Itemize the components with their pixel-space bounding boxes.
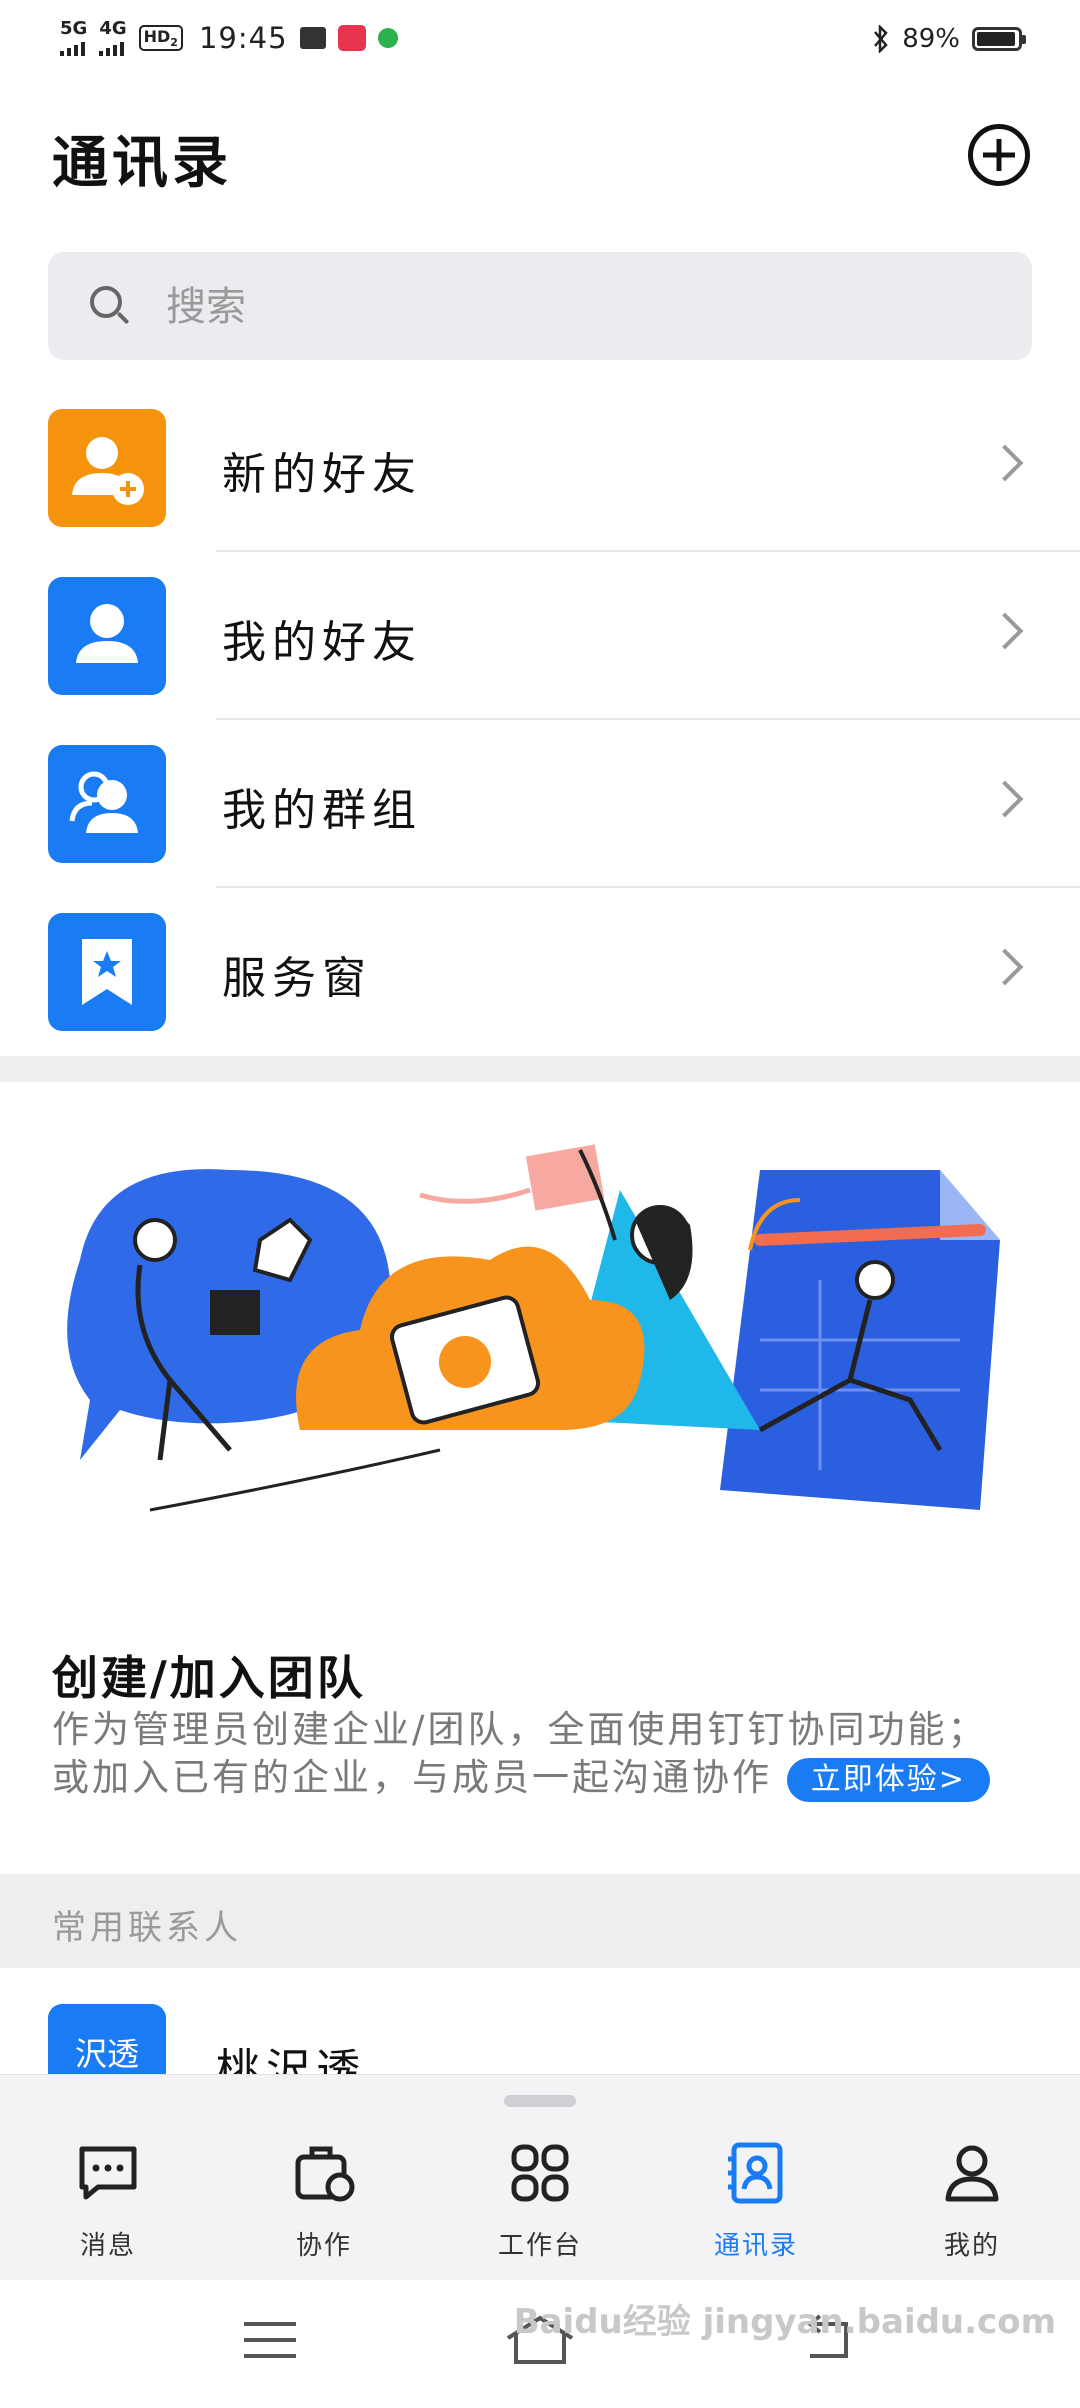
team-desc-line-1: 作为管理员创建企业/团队，全面使用钉钉协同功能； <box>52 1708 988 1751</box>
help-icon <box>377 28 398 48</box>
bottom-tab-bar: 消息 协作 工作台 通讯录 我的 <box>0 2074 1080 2281</box>
avatar: 沢透 <box>48 2004 166 2074</box>
hd-label: HD <box>143 26 171 46</box>
book-icon <box>299 27 326 49</box>
tab-label: 消息 <box>79 2231 136 2261</box>
team-desc-line-2-text: 或加入已有的企业，与成员一起沟通协作 <box>52 1756 772 1799</box>
system-nav-bar: Baidu经验 jingyan.baidu.com <box>0 2280 1080 2408</box>
battery-icon <box>972 27 1026 51</box>
tab-collaboration[interactable]: 协作 <box>216 2141 432 2271</box>
tab-label: 通讯录 <box>713 2231 798 2261</box>
collaboration-icon <box>295 2146 355 2202</box>
tab-label: 我的 <box>943 2231 1000 2261</box>
team-illustration <box>60 1130 1020 1550</box>
menu-item-label: 服务窗 <box>222 953 372 1004</box>
signal-bars-icon <box>60 40 85 56</box>
add-contact-button[interactable] <box>968 124 1030 186</box>
tab-label: 协作 <box>295 2231 352 2261</box>
bookmark-star-icon <box>48 913 166 1031</box>
menu-item-new-friends[interactable]: 新的好友 <box>0 384 1080 552</box>
status-time: 19:45 <box>198 21 288 55</box>
contacts-icon <box>728 2142 783 2204</box>
search-input[interactable] <box>164 252 988 362</box>
add-friend-icon <box>48 409 166 527</box>
network-type-label: 4G <box>99 18 127 39</box>
app-notification-icon <box>337 25 366 51</box>
chevron-right-icon <box>986 948 1024 986</box>
signal-5g: 5G <box>60 20 87 56</box>
menu-icon[interactable] <box>230 2310 310 2370</box>
search-bar[interactable] <box>48 252 1032 362</box>
page-title: 通讯录 <box>52 131 232 196</box>
chevron-right-icon <box>986 780 1024 818</box>
tab-workbench[interactable]: 工作台 <box>432 2141 648 2271</box>
team-title: 创建/加入团队 <box>52 1651 366 1705</box>
menu-item-my-groups[interactable]: 我的群组 <box>0 720 1080 888</box>
menu-item-my-friends[interactable]: 我的好友 <box>0 552 1080 720</box>
menu-item-label: 我的好友 <box>222 617 422 668</box>
status-bar: 5G 4G HD2 19:45 89% <box>0 0 1080 80</box>
network-type-label: 5G <box>60 18 88 39</box>
menu-item-service-window[interactable]: 服务窗 <box>0 888 1080 1056</box>
watermark: Baidu经验 jingyan.baidu.com <box>513 2302 1056 2342</box>
tab-label: 工作台 <box>497 2231 582 2261</box>
chevron-right-icon <box>986 612 1024 650</box>
drag-handle[interactable] <box>504 2095 576 2107</box>
team-description: 作为管理员创建企业/团队，全面使用钉钉协同功能； 或加入已有的企业，与成员一起沟… <box>52 1706 1042 1802</box>
hd-sub-label: 2 <box>170 36 178 50</box>
team-desc-line-2: 或加入已有的企业，与成员一起沟通协作 立即体验> <box>52 1754 1042 1802</box>
frequent-contacts-header: 常用联系人 <box>0 1874 1080 1968</box>
message-icon <box>79 2146 137 2200</box>
signal-4g: 4G <box>99 18 127 56</box>
person-icon <box>48 577 166 695</box>
signal-bars-icon <box>99 40 125 56</box>
profile-icon <box>945 2145 999 2202</box>
bluetooth-icon <box>874 25 888 53</box>
contact-row[interactable]: 沢透 桃沢透 <box>0 1968 1080 2074</box>
tab-contacts[interactable]: 通讯录 <box>648 2141 864 2271</box>
tab-me[interactable]: 我的 <box>864 2141 1080 2271</box>
tab-messages[interactable]: 消息 <box>0 2141 216 2271</box>
contact-name: 桃沢透 <box>216 2045 366 2074</box>
section-gap <box>0 1056 1080 1082</box>
battery-percent: 89% <box>902 24 960 54</box>
search-icon <box>90 286 122 318</box>
workbench-icon <box>511 2144 569 2202</box>
section-header-label: 常用联系人 <box>52 1908 242 1948</box>
chevron-right-icon <box>986 444 1024 482</box>
menu-item-label: 新的好友 <box>222 449 422 500</box>
menu-item-label: 我的群组 <box>222 785 422 836</box>
group-icon <box>48 745 166 863</box>
hd-voice-badge: HD2 <box>138 24 183 52</box>
try-now-button[interactable]: 立即体验> <box>786 1757 990 1802</box>
